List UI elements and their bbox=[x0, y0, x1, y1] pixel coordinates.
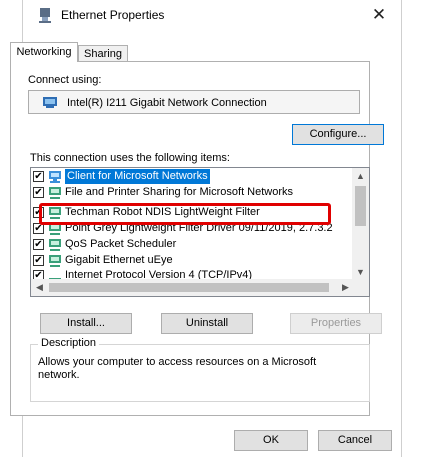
description-title: Description bbox=[38, 337, 100, 349]
items-label: This connection uses the following items… bbox=[30, 152, 230, 164]
checkbox[interactable]: ✔ bbox=[33, 239, 44, 250]
network-card-icon bbox=[43, 95, 59, 112]
configure-button[interactable]: Configure... bbox=[292, 124, 384, 145]
vertical-scrollbar[interactable]: ▲ ▼ bbox=[352, 168, 369, 280]
connect-using-label: Connect using: bbox=[28, 74, 102, 86]
cancel-button[interactable]: Cancel bbox=[318, 430, 392, 451]
uninstall-button[interactable]: Uninstall bbox=[161, 313, 253, 334]
window-title: Ethernet Properties bbox=[61, 8, 165, 22]
tab-sharing[interactable]: Sharing bbox=[78, 45, 128, 62]
horizontal-scrollbar[interactable]: ◀ ▶ bbox=[31, 279, 369, 296]
adapter-field: Intel(R) I211 Gigabit Network Connection bbox=[28, 90, 360, 114]
title-bar: Ethernet Properties ✕ bbox=[23, 0, 401, 30]
checkbox[interactable]: ✔ bbox=[33, 255, 44, 266]
scroll-down-icon[interactable]: ▼ bbox=[352, 264, 369, 280]
scroll-right-icon[interactable]: ▶ bbox=[337, 279, 354, 296]
tab-networking[interactable]: Networking bbox=[10, 42, 78, 62]
checkbox[interactable]: ✔ bbox=[33, 171, 44, 182]
description-text: Allows your computer to access resources… bbox=[38, 356, 317, 381]
close-icon[interactable]: ✕ bbox=[357, 0, 401, 30]
install-button[interactable]: Install... bbox=[40, 313, 132, 334]
list-item-label: Client for Microsoft Networks bbox=[65, 169, 210, 184]
list-item[interactable]: ✔ Gigabit Ethernet uEye bbox=[31, 253, 361, 269]
list-item-label: File and Printer Sharing for Microsoft N… bbox=[65, 186, 294, 198]
network-service-icon bbox=[49, 186, 63, 203]
scroll-thumb[interactable] bbox=[49, 283, 329, 292]
scroll-left-icon[interactable]: ◀ bbox=[31, 279, 48, 296]
components-list[interactable]: ✔ Client for Microsoft Networks ✔ File a… bbox=[30, 167, 370, 297]
list-item[interactable]: ✔ Client for Microsoft Networks bbox=[31, 169, 361, 185]
highlight-annotation bbox=[39, 203, 331, 225]
properties-button[interactable]: Properties bbox=[290, 313, 382, 334]
scroll-thumb[interactable] bbox=[355, 186, 366, 226]
ok-button[interactable]: OK bbox=[234, 430, 308, 451]
scroll-up-icon[interactable]: ▲ bbox=[352, 168, 369, 184]
network-adapter-icon bbox=[39, 8, 51, 23]
list-item-label: Gigabit Ethernet uEye bbox=[65, 254, 173, 266]
adapter-name: Intel(R) I211 Gigabit Network Connection bbox=[67, 97, 267, 109]
list-item[interactable]: ✔ File and Printer Sharing for Microsoft… bbox=[31, 185, 361, 201]
list-item-label: QoS Packet Scheduler bbox=[65, 238, 177, 250]
list-item[interactable]: ✔ QoS Packet Scheduler bbox=[31, 237, 361, 253]
checkbox[interactable]: ✔ bbox=[33, 187, 44, 198]
